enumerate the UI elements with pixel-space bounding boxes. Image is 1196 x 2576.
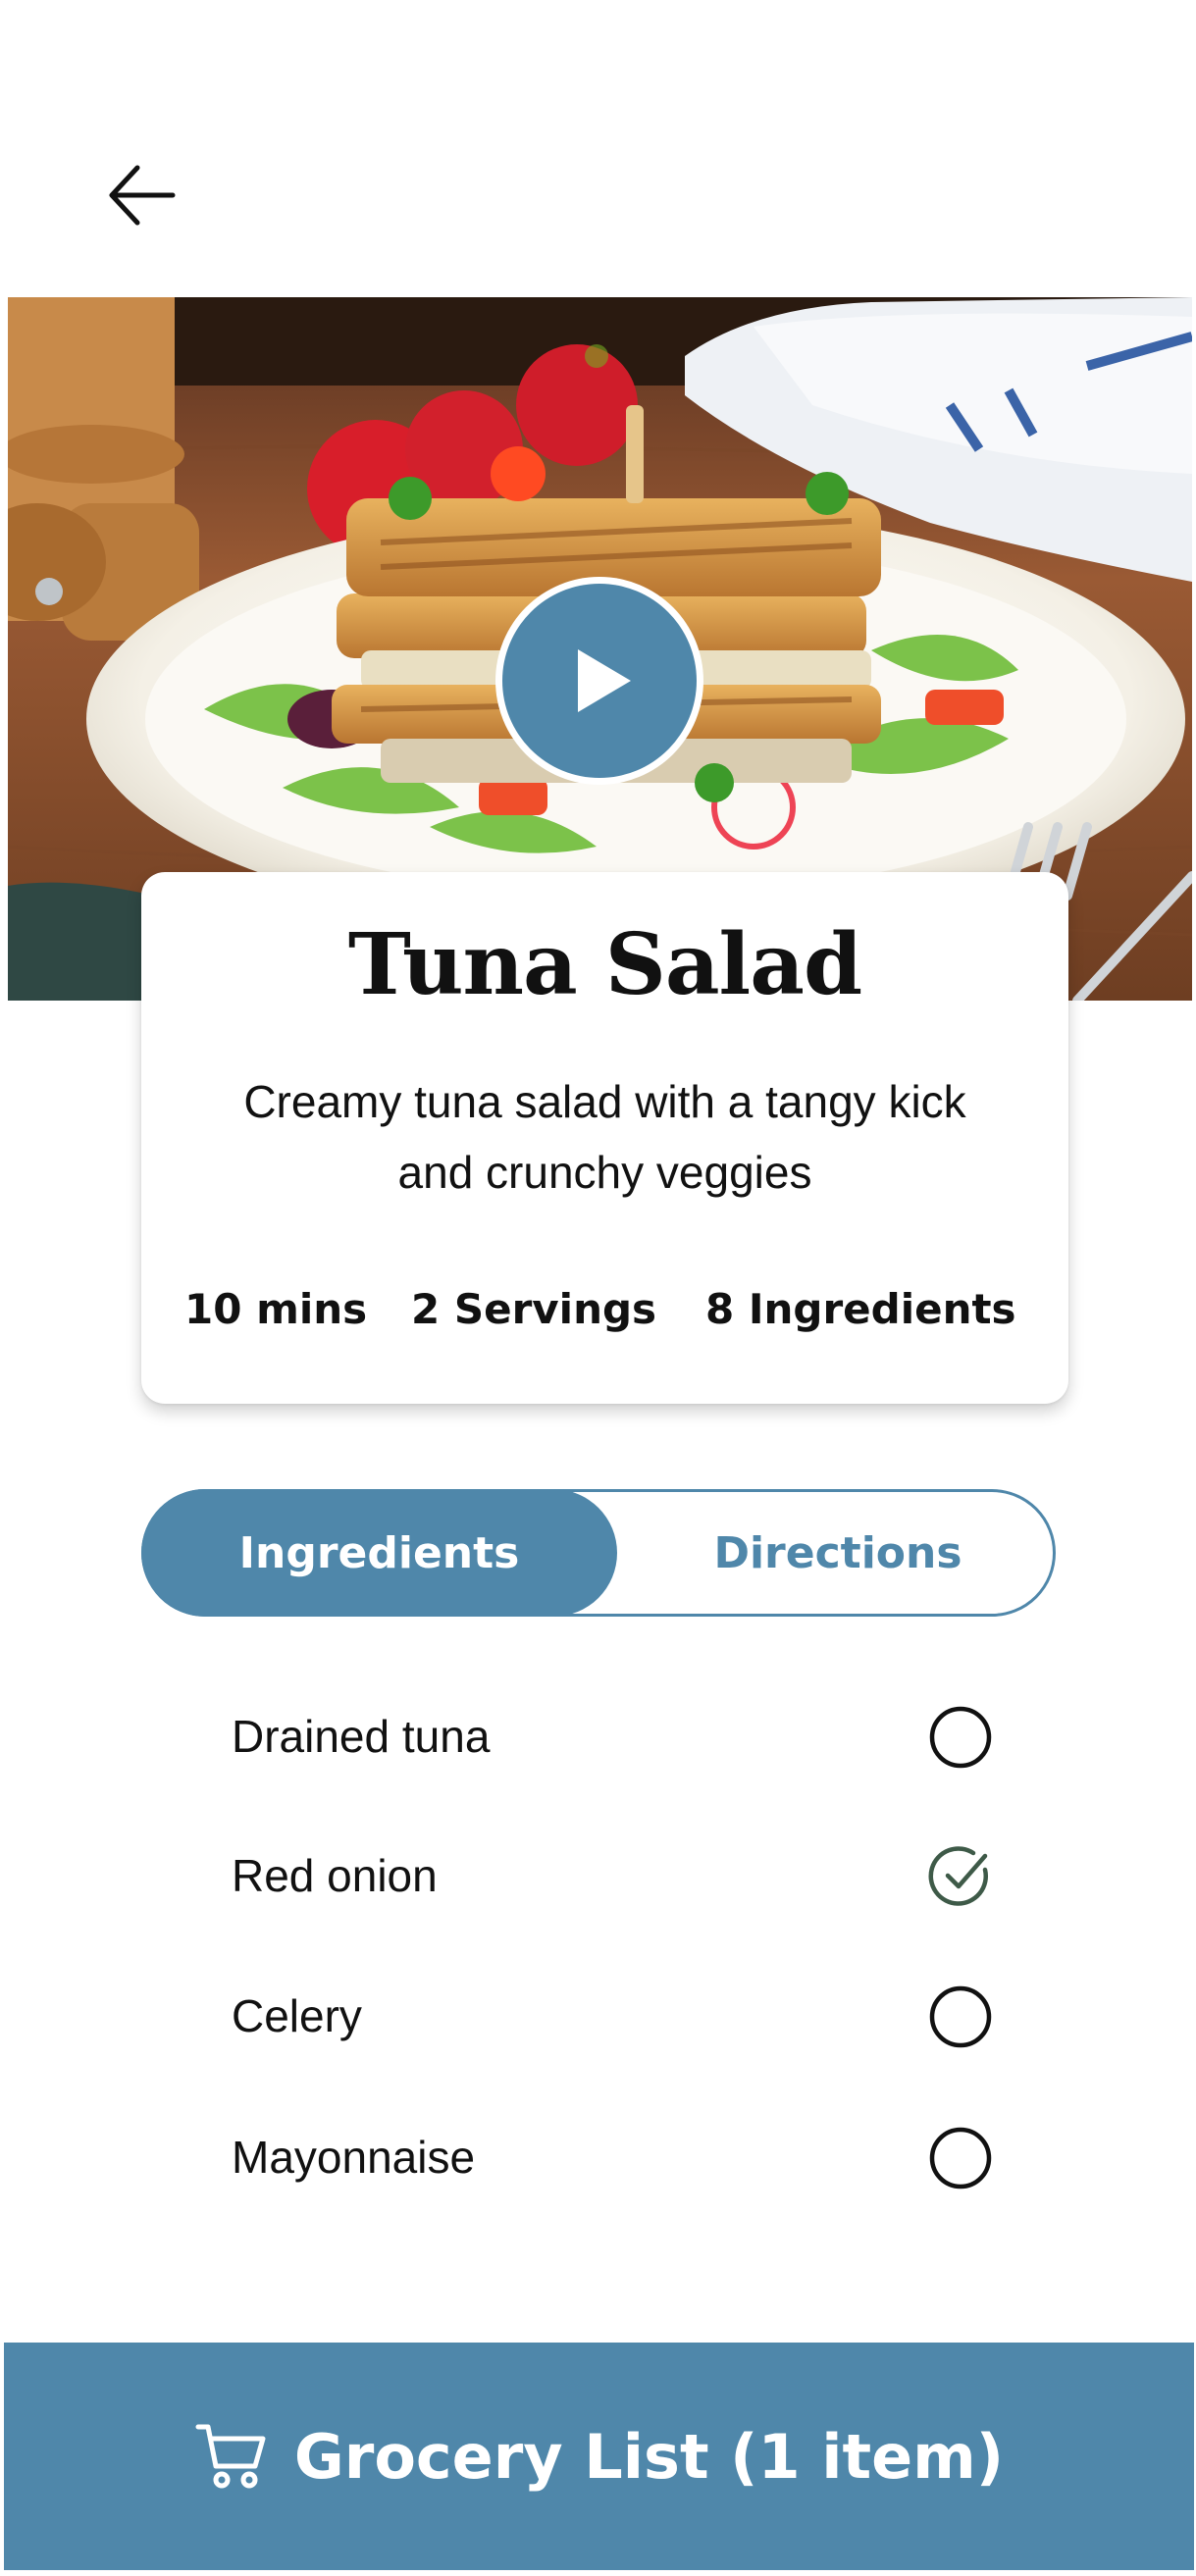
prep-time: 10 mins [184, 1285, 368, 1333]
arrow-left-icon [109, 165, 176, 226]
grocery-list-content: Grocery List (1 item) [194, 2419, 1004, 2494]
grocery-list-button[interactable]: Grocery List (1 item) [4, 2343, 1194, 2570]
unchecked-circle-icon[interactable] [928, 2126, 993, 2190]
back-button[interactable] [100, 149, 186, 241]
tab-ingredients[interactable]: Ingredients [141, 1489, 617, 1617]
ingredient-name: Celery [232, 1990, 362, 2041]
play-video-button[interactable] [502, 584, 697, 778]
ingredient-name: Red onion [232, 1850, 438, 1901]
recipe-tabs: Ingredients Directions [141, 1489, 1056, 1617]
ingredient-name: Drained tuna [232, 1711, 491, 1762]
cart-icon [195, 2424, 266, 2489]
ingredient-name: Mayonnaise [232, 2132, 476, 2183]
ingredient-row[interactable]: Drained tuna [232, 1687, 997, 1785]
ingredients-count: 8 Ingredients [705, 1285, 1016, 1333]
unchecked-circle-icon[interactable] [928, 1705, 993, 1770]
unchecked-circle-icon[interactable] [928, 1984, 993, 2049]
ingredient-row[interactable]: Mayonnaise [232, 2108, 997, 2206]
grocery-list-label: Grocery List (1 item) [293, 2420, 1005, 2493]
ingredient-row[interactable]: Red onion [232, 1827, 997, 1925]
recipe-title: Tuna Salad [347, 915, 862, 1014]
checked-circle-icon[interactable] [928, 1844, 993, 1909]
recipe-description: Creamy tuna salad with a tangy kick and … [243, 1076, 966, 1198]
recipe-stats: 10 mins 2 Servings 8 Ingredients [141, 1280, 1068, 1339]
servings-count: 2 Servings [411, 1285, 657, 1333]
ingredient-row[interactable]: Celery [232, 1967, 997, 2065]
recipe-info-card: Tuna Salad Creamy tuna salad with a tang… [141, 872, 1068, 1404]
tab-directions[interactable]: Directions [617, 1489, 1059, 1617]
play-icon [578, 649, 631, 712]
